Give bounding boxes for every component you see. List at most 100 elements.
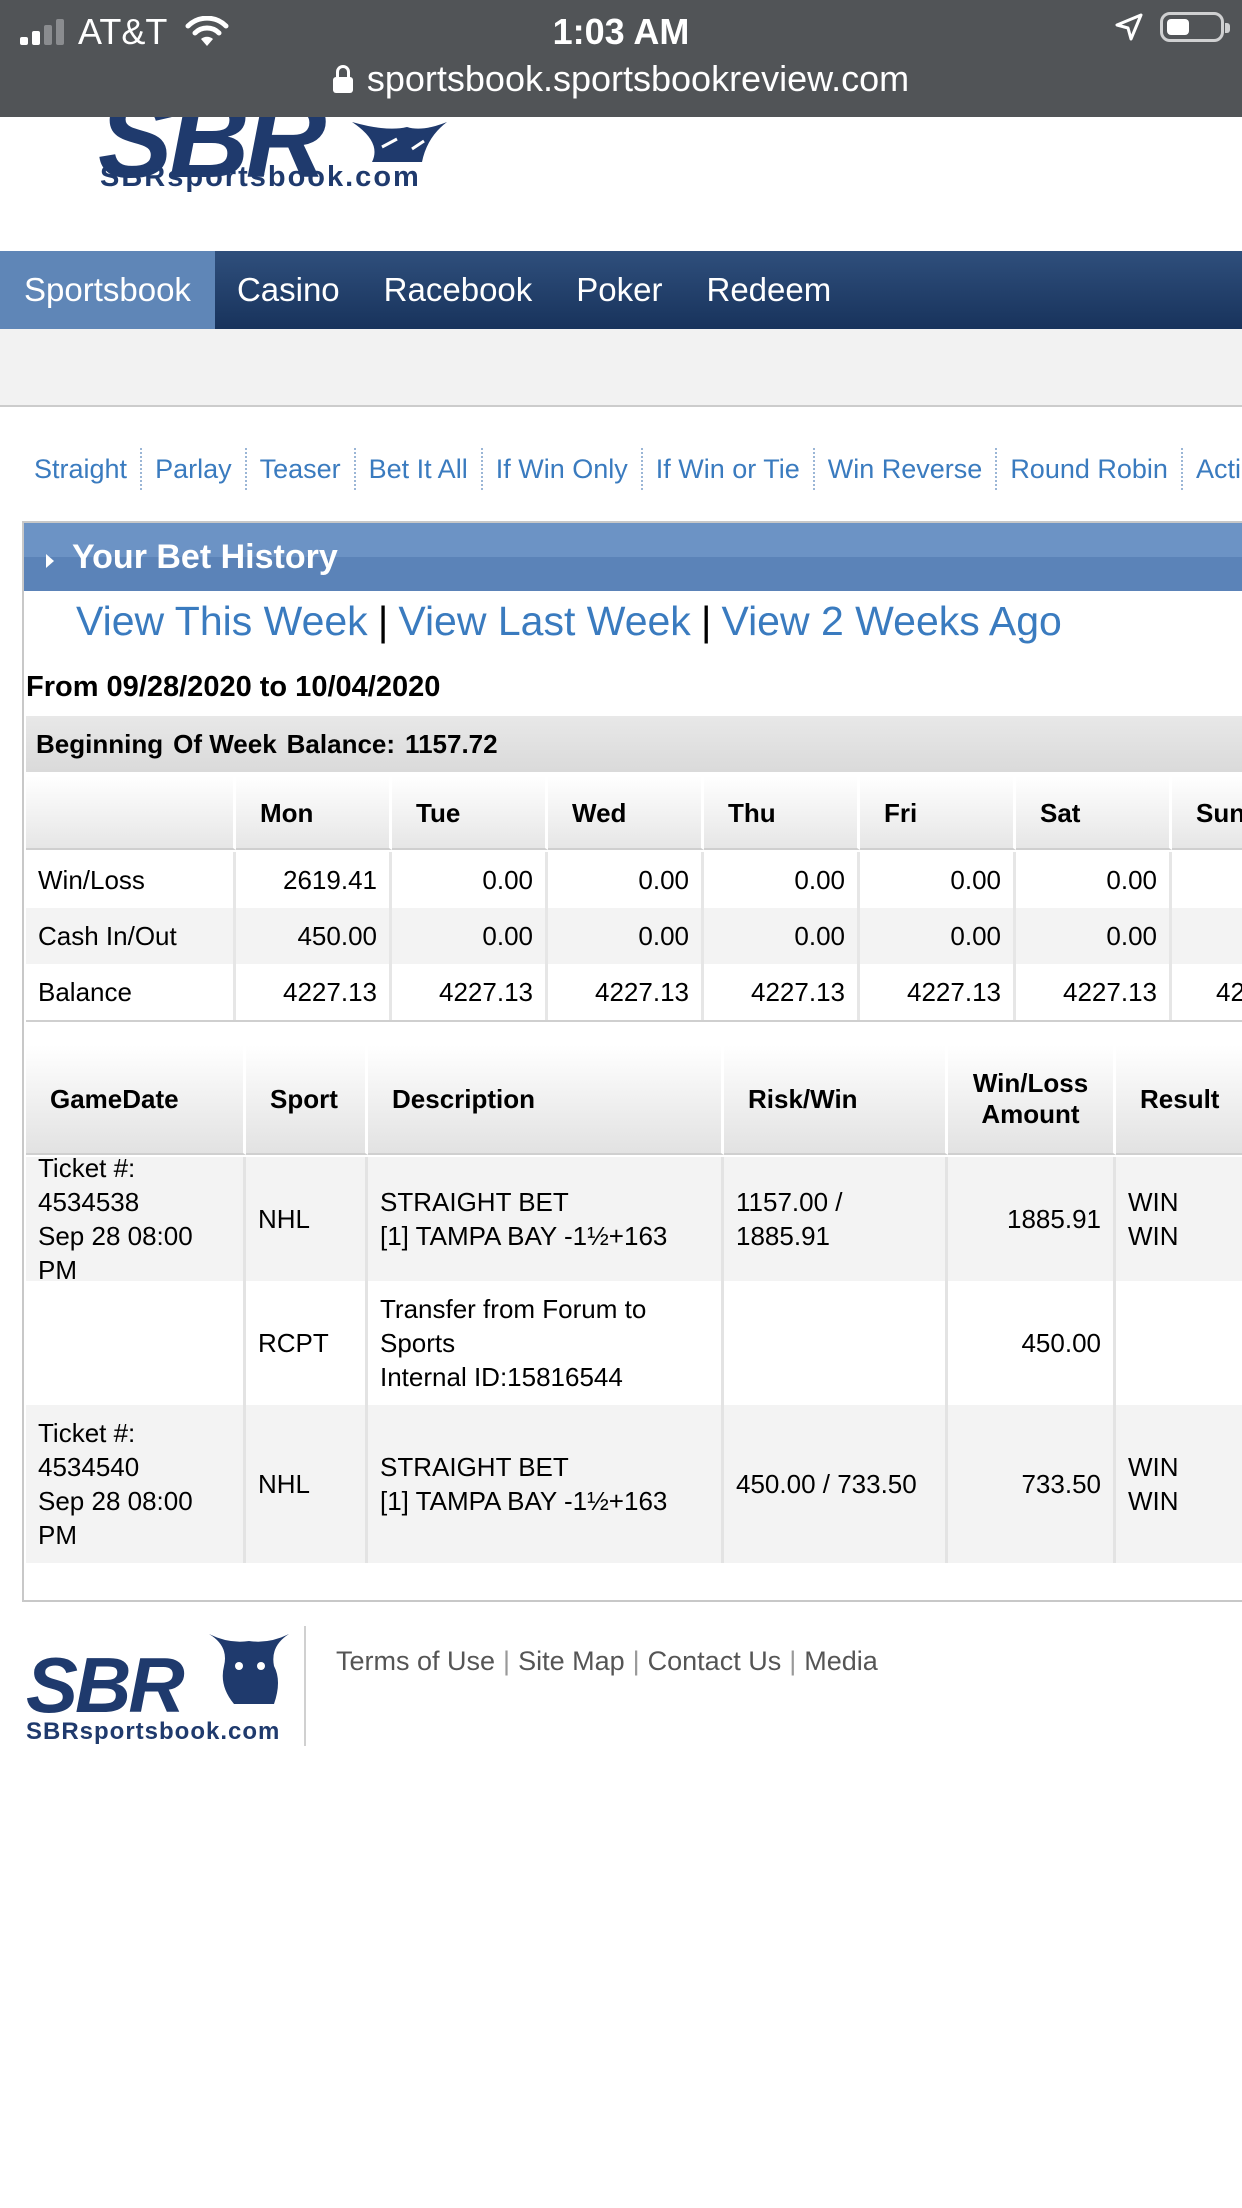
bet-selection: [1] TAMPA BAY -1½+163	[380, 1486, 668, 1516]
table-row[interactable]: Ticket #: 4534540 Sep 28 08:00 PM NHL ST…	[26, 1405, 1242, 1563]
day-header-thu: Thu	[704, 776, 860, 850]
value-cell: 4227.13	[236, 964, 392, 1020]
internal-id: Internal ID:15816544	[380, 1362, 623, 1392]
nav-redeem[interactable]: Redeem	[685, 251, 854, 329]
footer-links: Terms of Use | Site Map | Contact Us | Media	[336, 1646, 878, 1677]
sub-nav-bar	[0, 329, 1242, 407]
bet-type: STRAIGHT BET	[380, 1452, 569, 1482]
bull-logo-icon	[352, 122, 447, 162]
value-cell: 4227.13	[1016, 964, 1172, 1020]
result-value: WIN	[1128, 1221, 1179, 1251]
result-cell: WIN WIN	[1116, 1157, 1242, 1281]
bet-history-title: Your Bet History	[72, 538, 338, 576]
bet-type-if-win-only[interactable]: If Win Only	[480, 448, 641, 490]
bet-type-teaser[interactable]: Teaser	[244, 448, 354, 490]
win-amount: 1885.91	[736, 1221, 830, 1251]
description-cell: Transfer from Forum to Sports Internal I…	[368, 1281, 724, 1405]
result-value: WIN	[1128, 1452, 1179, 1482]
day-header-fri: Fri	[860, 776, 1016, 850]
nav-casino[interactable]: Casino	[215, 251, 362, 329]
value-cell: 0.00	[704, 852, 860, 908]
main-nav: Sportsbook Casino Racebook Poker Redeem	[0, 251, 1242, 329]
value-cell: 0.00	[1016, 908, 1172, 964]
clock: 1:03 AM	[552, 11, 690, 52]
bet-type: STRAIGHT BET	[380, 1187, 569, 1217]
value-cell: 0.00	[860, 908, 1016, 964]
value-cell: 450.00	[236, 908, 392, 964]
risk-win-cell: 450.00 / 733.50	[724, 1405, 948, 1563]
value-cell: 4227.13	[548, 964, 704, 1020]
nav-racebook[interactable]: Racebook	[362, 251, 555, 329]
table-row[interactable]: Ticket #: 4534538 Sep 28 08:00 PM NHL ST…	[26, 1153, 1242, 1285]
result-cell: WIN WIN	[1116, 1405, 1242, 1563]
risk-win-cell	[724, 1281, 948, 1405]
sport-cell: NHL	[246, 1157, 368, 1281]
result-value: WIN	[1128, 1187, 1179, 1217]
value-cell	[1172, 908, 1242, 964]
sport-cell: NHL	[246, 1405, 368, 1563]
row-label: Win/Loss	[26, 852, 236, 908]
col-description: Description	[368, 1045, 724, 1155]
value-cell: 4227.13	[860, 964, 1016, 1020]
day-header-blank	[26, 776, 236, 850]
description-cell: STRAIGHT BET [1] TAMPA BAY -1½+163	[368, 1405, 724, 1563]
bet-type-round-robin[interactable]: Round Robin	[995, 448, 1181, 490]
value-cell: 0.00	[860, 852, 1016, 908]
row-label: Cash In/Out	[26, 908, 236, 964]
separator: |	[503, 1646, 511, 1676]
sport-cell: RCPT	[246, 1281, 368, 1405]
bet-type-bet-it-all[interactable]: Bet It All	[353, 448, 481, 490]
day-header-mon: Mon	[236, 776, 392, 850]
status-right	[1114, 12, 1230, 42]
day-header-tue: Tue	[392, 776, 548, 850]
transfer-line: Transfer from Forum to	[380, 1294, 647, 1324]
nav-sportsbook[interactable]: Sportsbook	[0, 251, 215, 329]
col-winloss-amount: Win/Loss Amount	[948, 1045, 1116, 1155]
result-value: WIN	[1128, 1486, 1179, 1516]
value-cell: 0.00	[392, 908, 548, 964]
separator: |	[789, 1646, 797, 1676]
bet-type-straight[interactable]: Straight	[20, 448, 140, 490]
bet-history-panel: Your Bet History View This Week | View Las…	[22, 521, 1242, 1602]
transfer-line: Sports	[380, 1328, 456, 1358]
beginning-balance-value: 1157.72	[405, 729, 498, 759]
value-cell: 0.00	[548, 852, 704, 908]
value-cell: 4227.13	[704, 964, 860, 1020]
logo-text: SBRsportsbook.com	[100, 161, 421, 193]
day-header-sat: Sat	[1016, 776, 1172, 850]
view-last-week-link[interactable]: View Last Week	[398, 598, 690, 644]
tickets-header-row: GameDate Sport Description Risk/Win Win/…	[26, 1045, 1242, 1155]
row-label: Balance	[26, 964, 236, 1020]
bull-logo-icon	[209, 1634, 289, 1704]
nav-poker[interactable]: Poker	[554, 251, 684, 329]
battery-icon	[1160, 12, 1230, 42]
ticket-label: Ticket #:	[38, 1418, 136, 1448]
beginning-label: Beginning	[36, 729, 164, 759]
view-this-week-link[interactable]: View This Week	[76, 598, 368, 644]
table-row[interactable]: RCPT Transfer from Forum to Sports Inter…	[26, 1281, 1242, 1405]
address-bar[interactable]: sportsbook.sportsbookreview.com	[0, 58, 1242, 100]
terms-of-use-link[interactable]: Terms of Use	[336, 1646, 495, 1676]
bet-type-action[interactable]: Action	[1180, 448, 1242, 490]
bet-type-if-win-or-tie[interactable]: If Win or Tie	[640, 448, 813, 490]
col-amount-label: Amount	[981, 1099, 1080, 1129]
winloss-row: Win/Loss 2619.41 0.00 0.00 0.00 0.00 0.0…	[26, 852, 1242, 908]
view-2-weeks-ago-link[interactable]: View 2 Weeks Ago	[721, 598, 1061, 644]
result-cell	[1116, 1281, 1242, 1405]
bet-type-parlay[interactable]: Parlay	[140, 448, 245, 490]
cash-in-out-row: Cash In/Out 450.00 0.00 0.00 0.00 0.00 0…	[26, 908, 1242, 964]
status-bar: AT&T 1:03 AM sportsbook.sportsbookreview…	[0, 0, 1242, 117]
bet-history-header[interactable]: Your Bet History	[24, 523, 1242, 591]
media-link[interactable]: Media	[804, 1646, 878, 1676]
value-cell: 2619.41	[236, 852, 392, 908]
col-risk-win: Risk/Win	[724, 1045, 948, 1155]
site-map-link[interactable]: Site Map	[518, 1646, 625, 1676]
footer-logo[interactable]: SBR SBRsportsbook.com	[24, 1626, 306, 1746]
url-text: sportsbook.sportsbookreview.com	[366, 58, 910, 99]
of-week-label: Of Week	[173, 729, 277, 759]
footer-logo-text: SBRsportsbook.com	[26, 1718, 281, 1745]
contact-us-link[interactable]: Contact Us	[648, 1646, 782, 1676]
balance-row: Balance 4227.13 4227.13 4227.13 4227.13 …	[26, 964, 1242, 1020]
bet-type-win-reverse[interactable]: Win Reverse	[812, 448, 996, 490]
risk-win-cell: 1157.00 / 1885.91	[724, 1157, 948, 1281]
